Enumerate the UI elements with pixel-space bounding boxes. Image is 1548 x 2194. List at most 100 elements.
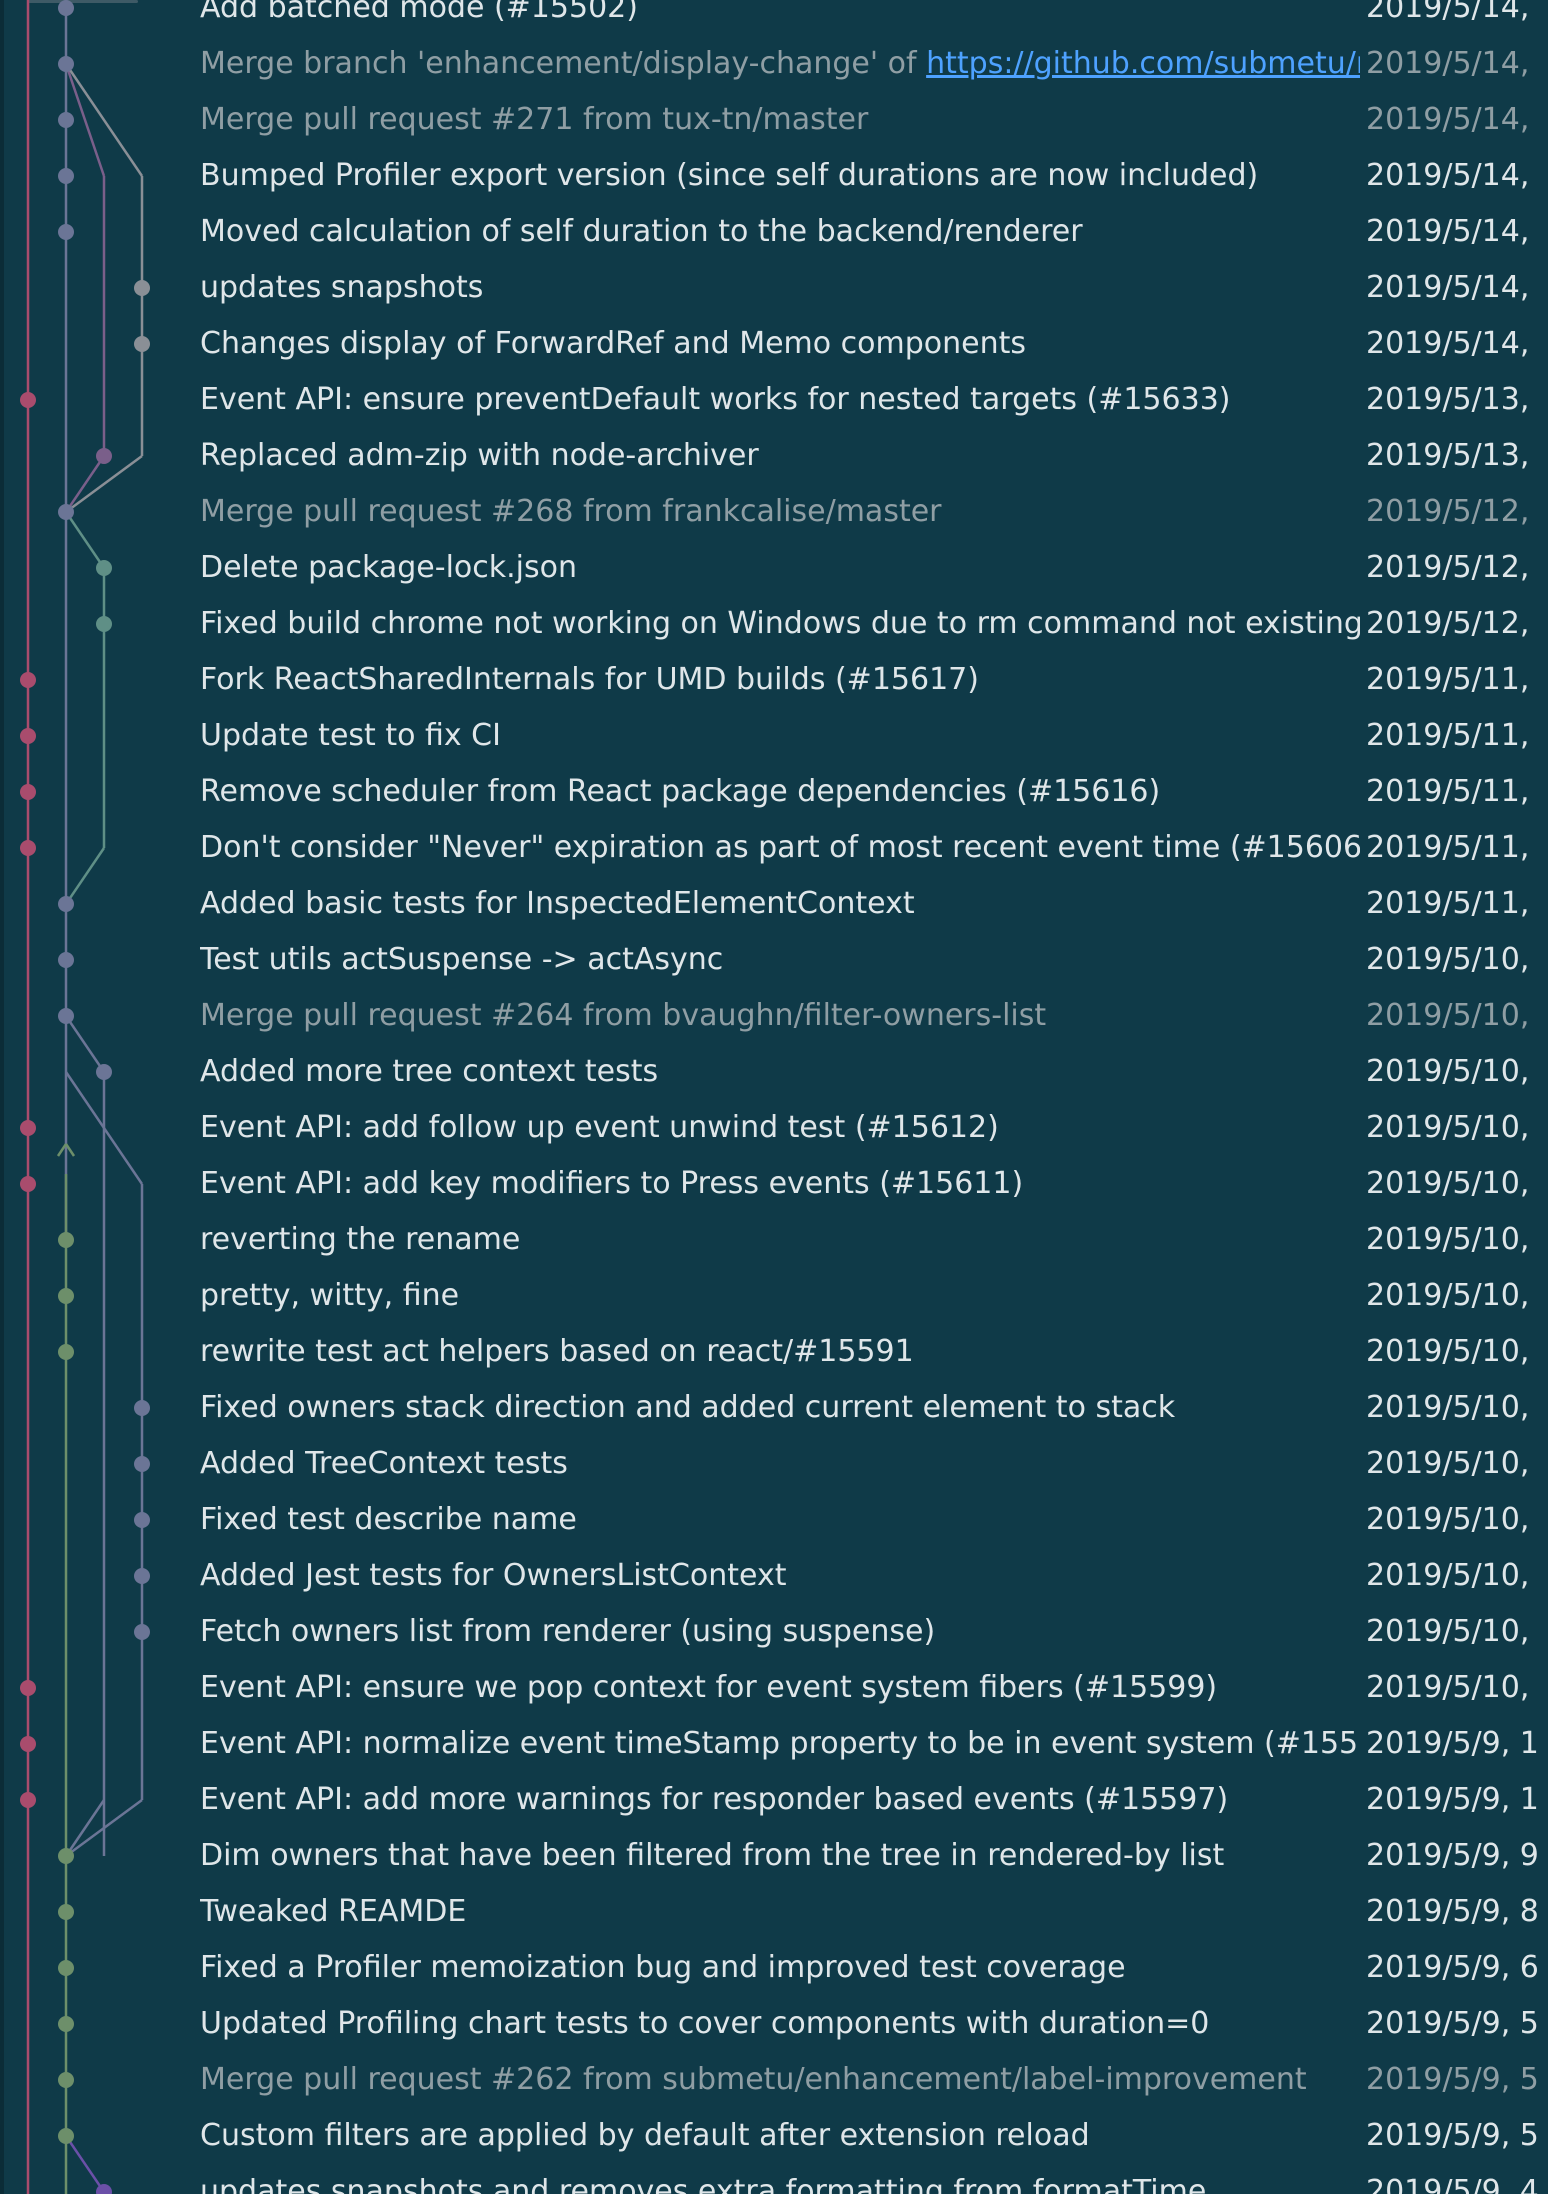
commit-date: 2019/5/11, — [1366, 774, 1530, 809]
commit-row[interactable]: pretty, witty, fine 2019/5/10, — [0, 1268, 1548, 1324]
commit-row[interactable]: Updated Profiling chart tests to cover c… — [0, 1996, 1548, 2052]
commit-date: 2019/5/9, 4 — [1366, 2174, 1539, 2194]
commit-message: Merge pull request #262 from submetu/enh… — [200, 2062, 1307, 2097]
commit-row[interactable]: Event API: add key modifiers to Press ev… — [0, 1156, 1548, 1212]
commit-message: rewrite test act helpers based on react/… — [200, 1334, 914, 1369]
commit-log-viewport: Add batched mode (#15502) 2019/5/14, Merge… — [0, 0, 1548, 2194]
commit-message: Remove scheduler from React package depe… — [200, 774, 1161, 809]
commit-message-link[interactable]: https://github.com/submetu/r — [926, 46, 1360, 81]
commit-message: Bumped Profiler export version (since se… — [200, 158, 1259, 193]
commit-row[interactable]: Merge pull request #264 from bvaughn/fil… — [0, 988, 1548, 1044]
commit-date: 2019/5/10, — [1366, 1278, 1530, 1313]
commit-row[interactable]: Fixed build chrome not working on Window… — [0, 596, 1548, 652]
commit-row[interactable]: Fixed a Profiler memoization bug and imp… — [0, 1940, 1548, 1996]
commit-row[interactable]: Don't consider "Never" expiration as par… — [0, 820, 1548, 876]
commit-row[interactable]: Bumped Profiler export version (since se… — [0, 148, 1548, 204]
commit-date: 2019/5/12, — [1366, 550, 1530, 585]
commit-date: 2019/5/10, — [1366, 1614, 1530, 1649]
commit-date: 2019/5/10, — [1366, 998, 1530, 1033]
commit-date: 2019/5/14, — [1366, 326, 1530, 361]
commit-row[interactable]: reverting the rename 2019/5/10, — [0, 1212, 1548, 1268]
commit-row[interactable]: updates snapshots and removes extra form… — [0, 2164, 1548, 2194]
commit-message: Add batched mode (#15502) — [200, 0, 638, 25]
commit-row[interactable]: updates snapshots 2019/5/14, — [0, 260, 1548, 316]
commit-date: 2019/5/9, 1 — [1366, 1782, 1539, 1817]
commit-date: 2019/5/10, — [1366, 1166, 1530, 1201]
commit-date: 2019/5/10, — [1366, 1558, 1530, 1593]
commit-row[interactable]: Dim owners that have been filtered from … — [0, 1828, 1548, 1884]
commit-message: Fork ReactSharedInternals for UMD builds… — [200, 662, 979, 697]
commit-row[interactable]: Update test to fix CI 2019/5/11, — [0, 708, 1548, 764]
commit-row[interactable]: Fixed owners stack direction and added c… — [0, 1380, 1548, 1436]
commit-row[interactable]: Add batched mode (#15502) 2019/5/14, — [0, 0, 1548, 36]
commit-row[interactable]: Event API: normalize event timeStamp pro… — [0, 1716, 1548, 1772]
commit-message: Custom filters are applied by default af… — [200, 2118, 1090, 2153]
commit-date: 2019/5/11, — [1366, 718, 1530, 753]
commit-row[interactable]: Event API: add more warnings for respond… — [0, 1772, 1548, 1828]
commit-message: pretty, witty, fine — [200, 1278, 460, 1313]
commit-row[interactable]: Merge pull request #262 from submetu/enh… — [0, 2052, 1548, 2108]
commit-message: Fixed owners stack direction and added c… — [200, 1390, 1176, 1425]
commit-date: 2019/5/12, — [1366, 606, 1530, 641]
commit-row[interactable]: Added Jest tests for OwnersListContext 20… — [0, 1548, 1548, 1604]
commit-row[interactable]: Fetch owners list from renderer (using s… — [0, 1604, 1548, 1660]
commit-row[interactable]: Merge branch 'enhancement/display-change… — [0, 36, 1548, 92]
commit-message: Added more tree context tests — [200, 1054, 659, 1089]
commit-message: Updated Profiling chart tests to cover c… — [200, 2006, 1210, 2041]
commit-message: Dim owners that have been filtered from … — [200, 1838, 1225, 1873]
commit-row[interactable]: Changes display of ForwardRef and Memo c… — [0, 316, 1548, 372]
commit-message: Merge branch 'enhancement/display-change… — [200, 36, 1360, 92]
commit-date: 2019/5/13, — [1366, 438, 1530, 473]
commit-row[interactable]: Fork ReactSharedInternals for UMD builds… — [0, 652, 1548, 708]
commit-message: Changes display of ForwardRef and Memo c… — [200, 326, 1027, 361]
commit-date: 2019/5/14, — [1366, 270, 1530, 305]
commit-date: 2019/5/14, — [1366, 102, 1530, 137]
commit-row[interactable]: Merge pull request #268 from frankcalise… — [0, 484, 1548, 540]
commit-date: 2019/5/13, — [1366, 382, 1530, 417]
commit-date: 2019/5/11, — [1366, 830, 1530, 865]
commit-row[interactable]: Added more tree context tests 2019/5/10, — [0, 1044, 1548, 1100]
commit-date: 2019/5/14, — [1366, 214, 1530, 249]
commit-message: Event API: add more warnings for respond… — [200, 1782, 1229, 1817]
commit-message: Event API: ensure preventDefault works f… — [200, 382, 1231, 417]
commit-row[interactable]: Moved calculation of self duration to th… — [0, 204, 1548, 260]
commit-message: Added Jest tests for OwnersListContext — [200, 1558, 787, 1593]
commit-row[interactable]: Added TreeContext tests 2019/5/10, — [0, 1436, 1548, 1492]
commit-row[interactable]: Delete package-lock.json 2019/5/12, — [0, 540, 1548, 596]
commit-row[interactable]: Event API: ensure we pop context for eve… — [0, 1660, 1548, 1716]
commit-date: 2019/5/9, 9 — [1366, 1838, 1539, 1873]
commit-row[interactable]: Custom filters are applied by default af… — [0, 2108, 1548, 2164]
commit-date: 2019/5/14, — [1366, 46, 1530, 81]
commit-date: 2019/5/10, — [1366, 1334, 1530, 1369]
commit-row[interactable]: Added basic tests for InspectedElementCo… — [0, 876, 1548, 932]
commit-message: Event API: normalize event timeStamp pro… — [200, 1726, 1360, 1761]
commit-message: Don't consider "Never" expiration as par… — [200, 830, 1360, 865]
commit-date: 2019/5/11, — [1366, 886, 1530, 921]
commit-message: updates snapshots — [200, 270, 484, 305]
commit-date: 2019/5/10, — [1366, 1502, 1530, 1537]
commit-row[interactable]: rewrite test act helpers based on react/… — [0, 1324, 1548, 1380]
commit-row[interactable]: Remove scheduler from React package depe… — [0, 764, 1548, 820]
commit-message: Tweaked REAMDE — [200, 1894, 467, 1929]
commit-row[interactable]: Merge pull request #271 from tux-tn/mast… — [0, 92, 1548, 148]
commit-list: Add batched mode (#15502) 2019/5/14, Merge… — [0, 0, 1548, 2194]
commit-message: Event API: add follow up event unwind te… — [200, 1110, 999, 1145]
commit-message: Merge pull request #271 from tux-tn/mast… — [200, 102, 869, 137]
commit-message: Event API: ensure we pop context for eve… — [200, 1670, 1218, 1705]
commit-date: 2019/5/10, — [1366, 1446, 1530, 1481]
commit-message: Event API: add key modifiers to Press ev… — [200, 1166, 1024, 1201]
commit-message: Moved calculation of self duration to th… — [200, 214, 1083, 249]
commit-row[interactable]: Fixed test describe name 2019/5/10, — [0, 1492, 1548, 1548]
commit-row[interactable]: Test utils actSuspense -> actAsync 2019/5… — [0, 932, 1548, 988]
commit-message: Fetch owners list from renderer (using s… — [200, 1614, 936, 1649]
commit-message: Delete package-lock.json — [200, 550, 578, 585]
commit-date: 2019/5/9, 6 — [1366, 1950, 1539, 1985]
commit-date: 2019/5/9, 1 — [1366, 1726, 1539, 1761]
commit-message: Update test to fix CI — [200, 718, 501, 753]
commit-row[interactable]: Event API: ensure preventDefault works f… — [0, 372, 1548, 428]
commit-message: Test utils actSuspense -> actAsync — [200, 942, 724, 977]
commit-row[interactable]: Replaced adm-zip with node-archiver 2019/… — [0, 428, 1548, 484]
commit-row[interactable]: Event API: add follow up event unwind te… — [0, 1100, 1548, 1156]
commit-message: Merge pull request #268 from frankcalise… — [200, 494, 942, 529]
commit-row[interactable]: Tweaked REAMDE 2019/5/9, 8 — [0, 1884, 1548, 1940]
